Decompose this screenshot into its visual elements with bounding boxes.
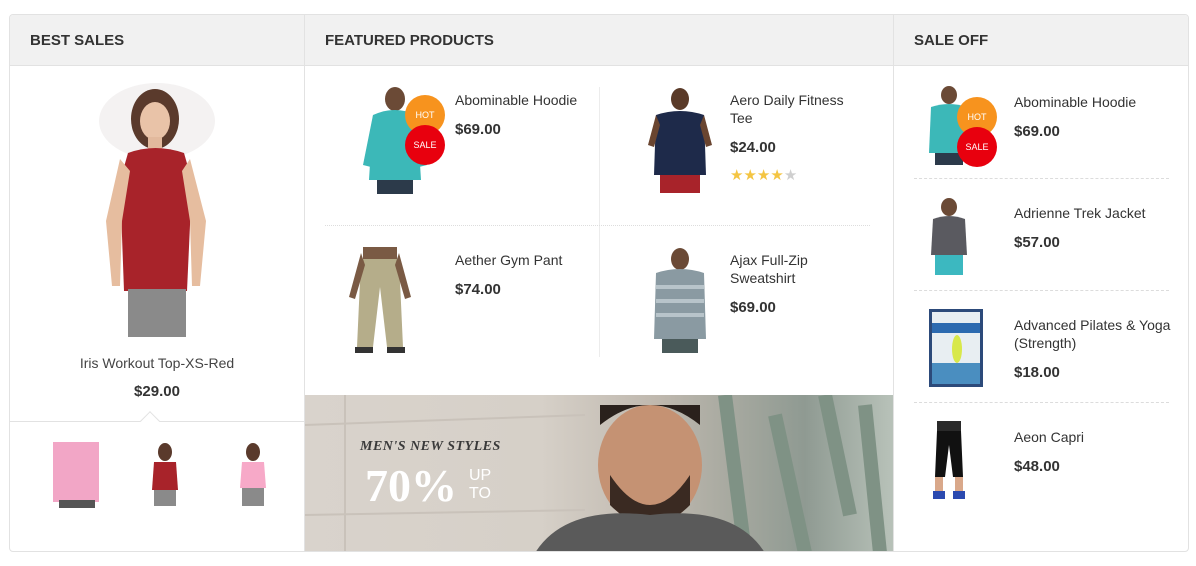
best-sales-column: BEST SALES Iris Workout Top-XS-Red $29.0… <box>10 15 305 551</box>
product-image-iris-top[interactable] <box>92 81 222 341</box>
sale-product-item[interactable]: Advanced Pilates & Yoga (Strength) $18.0… <box>914 291 1172 403</box>
star-icon: ★ <box>770 167 784 184</box>
featured-product-card[interactable]: HOT SALE Abominable Hoodie $69.00 <box>325 67 597 207</box>
product-price: $74.00 <box>455 281 501 298</box>
product-image-aero-tee[interactable] <box>640 85 720 195</box>
product-name[interactable]: Abominable Hoodie <box>455 91 590 109</box>
product-name[interactable]: Abominable Hoodie <box>1014 93 1172 111</box>
product-image-aeon-capri[interactable] <box>919 421 979 501</box>
best-sales-thumbnails <box>10 411 304 551</box>
product-name[interactable]: Adrienne Trek Jacket <box>1014 204 1172 222</box>
best-sales-product-name[interactable]: Iris Workout Top-XS-Red <box>10 355 304 371</box>
thumbnail-pink-back[interactable] <box>228 442 278 508</box>
mens-new-styles-banner[interactable]: MEN'S NEW STYLES 70% UP TO <box>305 395 893 551</box>
star-icon: ★ <box>783 167 798 184</box>
product-price: $69.00 <box>455 121 501 138</box>
product-image-ajax-sweatshirt[interactable] <box>640 245 720 355</box>
star-icon: ★ <box>743 167 757 184</box>
product-image-adrienne-jacket[interactable] <box>919 197 979 277</box>
sale-product-item[interactable]: Aeon Capri $48.00 <box>914 403 1169 515</box>
product-showcase-widget: BEST SALES Iris Workout Top-XS-Red $29.0… <box>9 14 1189 552</box>
grid-divider-vertical <box>599 87 600 357</box>
banner-percent: 70% <box>365 460 457 511</box>
banner-up: UP <box>469 467 492 484</box>
sale-off-column: SALE OFF HOT SALE Abominable Hoodie $69.… <box>893 15 1188 551</box>
product-image-pilates-yoga-dvd[interactable] <box>929 309 983 389</box>
product-image-aether-pant[interactable] <box>335 243 425 357</box>
sale-badge: SALE <box>957 127 997 167</box>
sale-off-header: SALE OFF <box>894 15 1188 66</box>
product-price: $57.00 <box>1014 234 1060 251</box>
product-price: $18.00 <box>1014 364 1060 381</box>
selected-caret-icon <box>140 411 160 431</box>
featured-product-card[interactable]: Ajax Full-Zip Sweatshirt $69.00 <box>610 227 882 367</box>
best-sales-product-price: $29.00 <box>134 383 180 400</box>
product-price: $69.00 <box>1014 123 1060 140</box>
featured-product-card[interactable]: Aether Gym Pant $74.00 <box>325 227 597 367</box>
sale-product-item[interactable]: HOT SALE Abominable Hoodie $69.00 <box>914 67 1169 179</box>
best-sales-product[interactable]: Iris Workout Top-XS-Red $29.00 <box>10 81 304 400</box>
featured-product-card[interactable]: Aero Daily Fitness Tee $24.00 ★ ★ ★ ★ ★ <box>610 67 882 207</box>
featured-products-grid: HOT SALE Abominable Hoodie $69.00 Aero D… <box>325 67 870 357</box>
thumbnail-red-top[interactable] <box>140 442 190 508</box>
product-name[interactable]: Aether Gym Pant <box>455 251 590 269</box>
star-icon: ★ <box>756 167 771 184</box>
sale-product-item[interactable]: Adrienne Trek Jacket $57.00 <box>914 179 1169 291</box>
banner-up-to: UP TO <box>469 467 491 503</box>
product-name[interactable]: Ajax Full-Zip Sweatshirt <box>730 251 865 287</box>
product-name[interactable]: Aeon Capri <box>1014 428 1172 446</box>
grid-divider-horizontal <box>325 225 870 226</box>
product-price: $24.00 <box>730 139 776 156</box>
rating-stars: ★ ★ ★ ★ ★ <box>730 168 865 183</box>
product-name[interactable]: Aero Daily Fitness Tee <box>730 91 865 127</box>
product-price: $69.00 <box>730 299 776 316</box>
featured-products-header: FEATURED PRODUCTS <box>305 15 893 66</box>
sale-off-list: HOT SALE Abominable Hoodie $69.00 Adrien… <box>914 67 1172 515</box>
banner-title: MEN'S NEW STYLES <box>360 439 501 454</box>
featured-products-column: FEATURED PRODUCTS HOT SALE Abominable Ho… <box>305 15 893 551</box>
star-icon: ★ <box>730 167 744 184</box>
product-price: $48.00 <box>1014 458 1060 475</box>
banner-to: TO <box>469 485 491 502</box>
product-name[interactable]: Advanced Pilates & Yoga (Strength) <box>1014 316 1172 352</box>
thumbnail-pink-top[interactable] <box>53 442 103 508</box>
best-sales-header: BEST SALES <box>10 15 304 66</box>
sale-badge: SALE <box>405 125 445 165</box>
